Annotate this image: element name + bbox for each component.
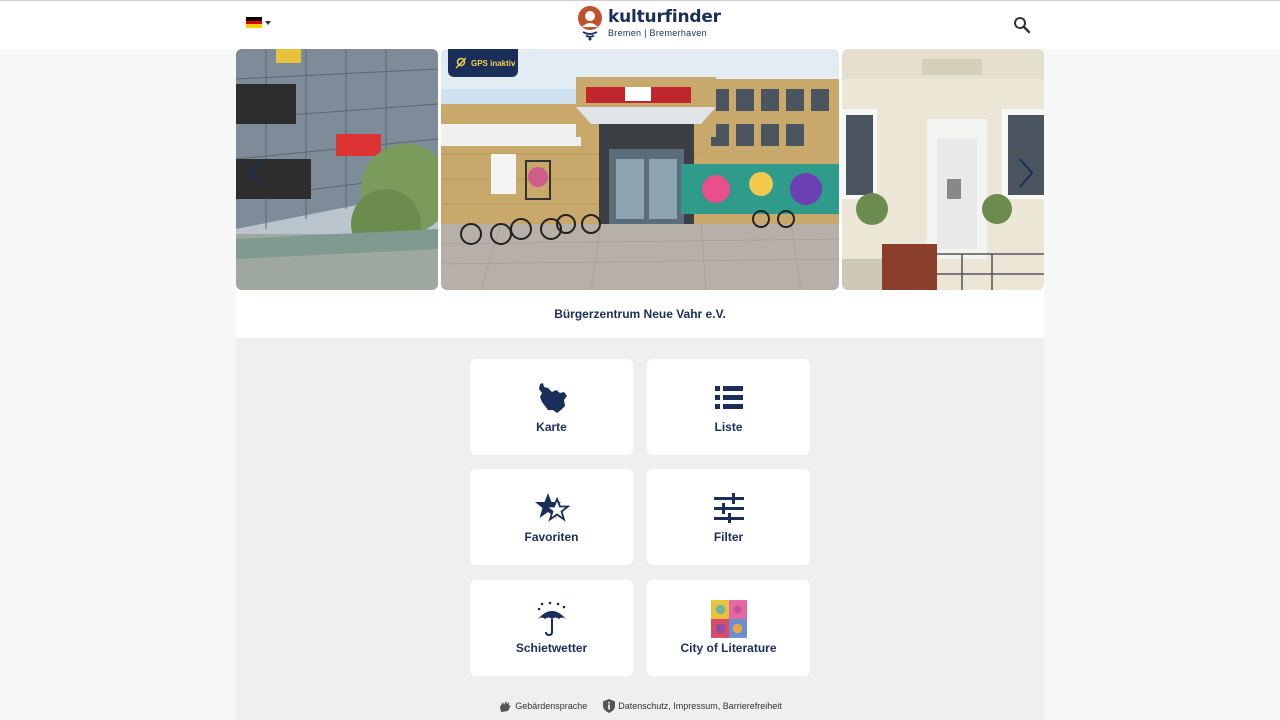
- legal-text: Datenschutz, Impressum, Barrierefreiheit: [618, 701, 782, 711]
- logo-subtitle: Bremen | Bremerhaven: [608, 27, 707, 38]
- tile-label: City of Literature: [680, 641, 777, 655]
- logo-name: kulturfinder: [608, 6, 721, 27]
- main-content: GPS inaktiv Bürgerzentrum Neue Vahr e.V.…: [236, 49, 1044, 720]
- sign-language-text: Gebärdensprache: [515, 701, 588, 711]
- logo[interactable]: kulturfinder Bremen | Bremerhaven: [576, 5, 721, 41]
- tile-city-of-literature[interactable]: City of Literature: [647, 580, 810, 676]
- legal-link[interactable]: Datenschutz, Impressum, Barrierefreiheit: [603, 699, 782, 713]
- star-icon: [534, 490, 570, 526]
- map-icon: [534, 380, 570, 416]
- search-icon[interactable]: [1012, 15, 1032, 35]
- logo-mark-icon: [576, 5, 604, 41]
- tile-schietwetter[interactable]: Schietwetter: [470, 580, 633, 676]
- language-selector[interactable]: [246, 17, 271, 29]
- caret-down-icon: [265, 20, 271, 25]
- carousel-caption[interactable]: Bürgerzentrum Neue Vahr e.V.: [236, 290, 1044, 338]
- tile-favoriten[interactable]: Favoriten: [470, 469, 633, 565]
- shield-icon: [603, 699, 616, 713]
- tile-label: Karte: [536, 420, 567, 434]
- sliders-icon: [711, 490, 747, 526]
- sign-language-icon: [500, 701, 512, 712]
- location-off-icon: [455, 57, 467, 69]
- sign-language-link[interactable]: Gebärdensprache: [498, 699, 587, 713]
- tile-label: Liste: [714, 420, 743, 434]
- city-of-literature-icon: [710, 600, 747, 638]
- tile-label: Favoriten: [524, 530, 579, 544]
- gps-status-text: GPS inaktiv: [471, 58, 516, 68]
- footer: Gebärdensprache Datenschutz, Impressum, …: [236, 696, 1044, 716]
- tile-label: Schietwetter: [515, 641, 588, 655]
- chevron-right-icon: [1019, 158, 1034, 188]
- gps-status-badge[interactable]: GPS inaktiv: [448, 49, 518, 77]
- tile-filter[interactable]: Filter: [647, 469, 810, 565]
- carousel-caption-text: Bürgerzentrum Neue Vahr e.V.: [554, 307, 726, 321]
- umbrella-icon: [534, 601, 570, 637]
- carousel-slide-current[interactable]: [441, 49, 839, 290]
- german-flag-icon: [246, 17, 262, 29]
- tile-label: Filter: [713, 530, 744, 544]
- tile-liste[interactable]: Liste: [647, 359, 810, 455]
- tile-karte[interactable]: Karte: [470, 359, 633, 455]
- image-carousel[interactable]: GPS inaktiv: [236, 49, 1044, 290]
- carousel-prev-button[interactable]: [246, 157, 268, 189]
- app-header: kulturfinder Bremen | Bremerhaven: [0, 1, 1280, 49]
- carousel-next-button[interactable]: [1014, 157, 1036, 189]
- chevron-left-icon: [248, 158, 263, 188]
- list-icon: [711, 380, 747, 416]
